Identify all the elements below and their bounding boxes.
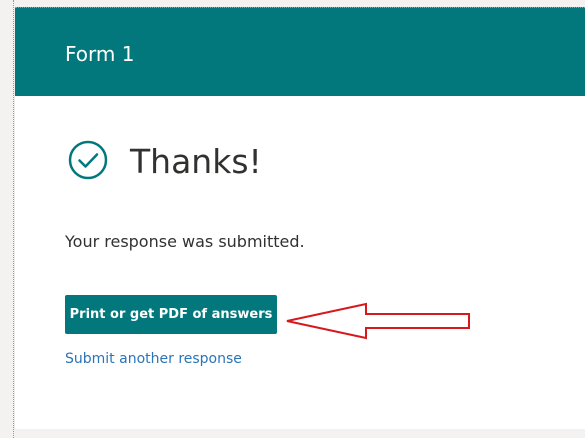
annotation-arrow-icon (286, 302, 470, 340)
check-circle-icon (68, 140, 108, 180)
submit-another-response-link[interactable]: Submit another response (65, 350, 242, 368)
bottom-background-strip (15, 429, 585, 438)
form-response-card: Form 1 Thanks! Your response was submitt… (15, 7, 585, 429)
print-pdf-button[interactable]: Print or get PDF of answers (65, 295, 277, 334)
submission-message: Your response was submitted. (65, 232, 305, 251)
form-header: Form 1 (15, 7, 585, 96)
form-title: Form 1 (65, 42, 135, 66)
top-background-edge (0, 0, 585, 7)
left-dotted-edge (0, 0, 14, 438)
thanks-heading: Thanks! (130, 142, 262, 181)
